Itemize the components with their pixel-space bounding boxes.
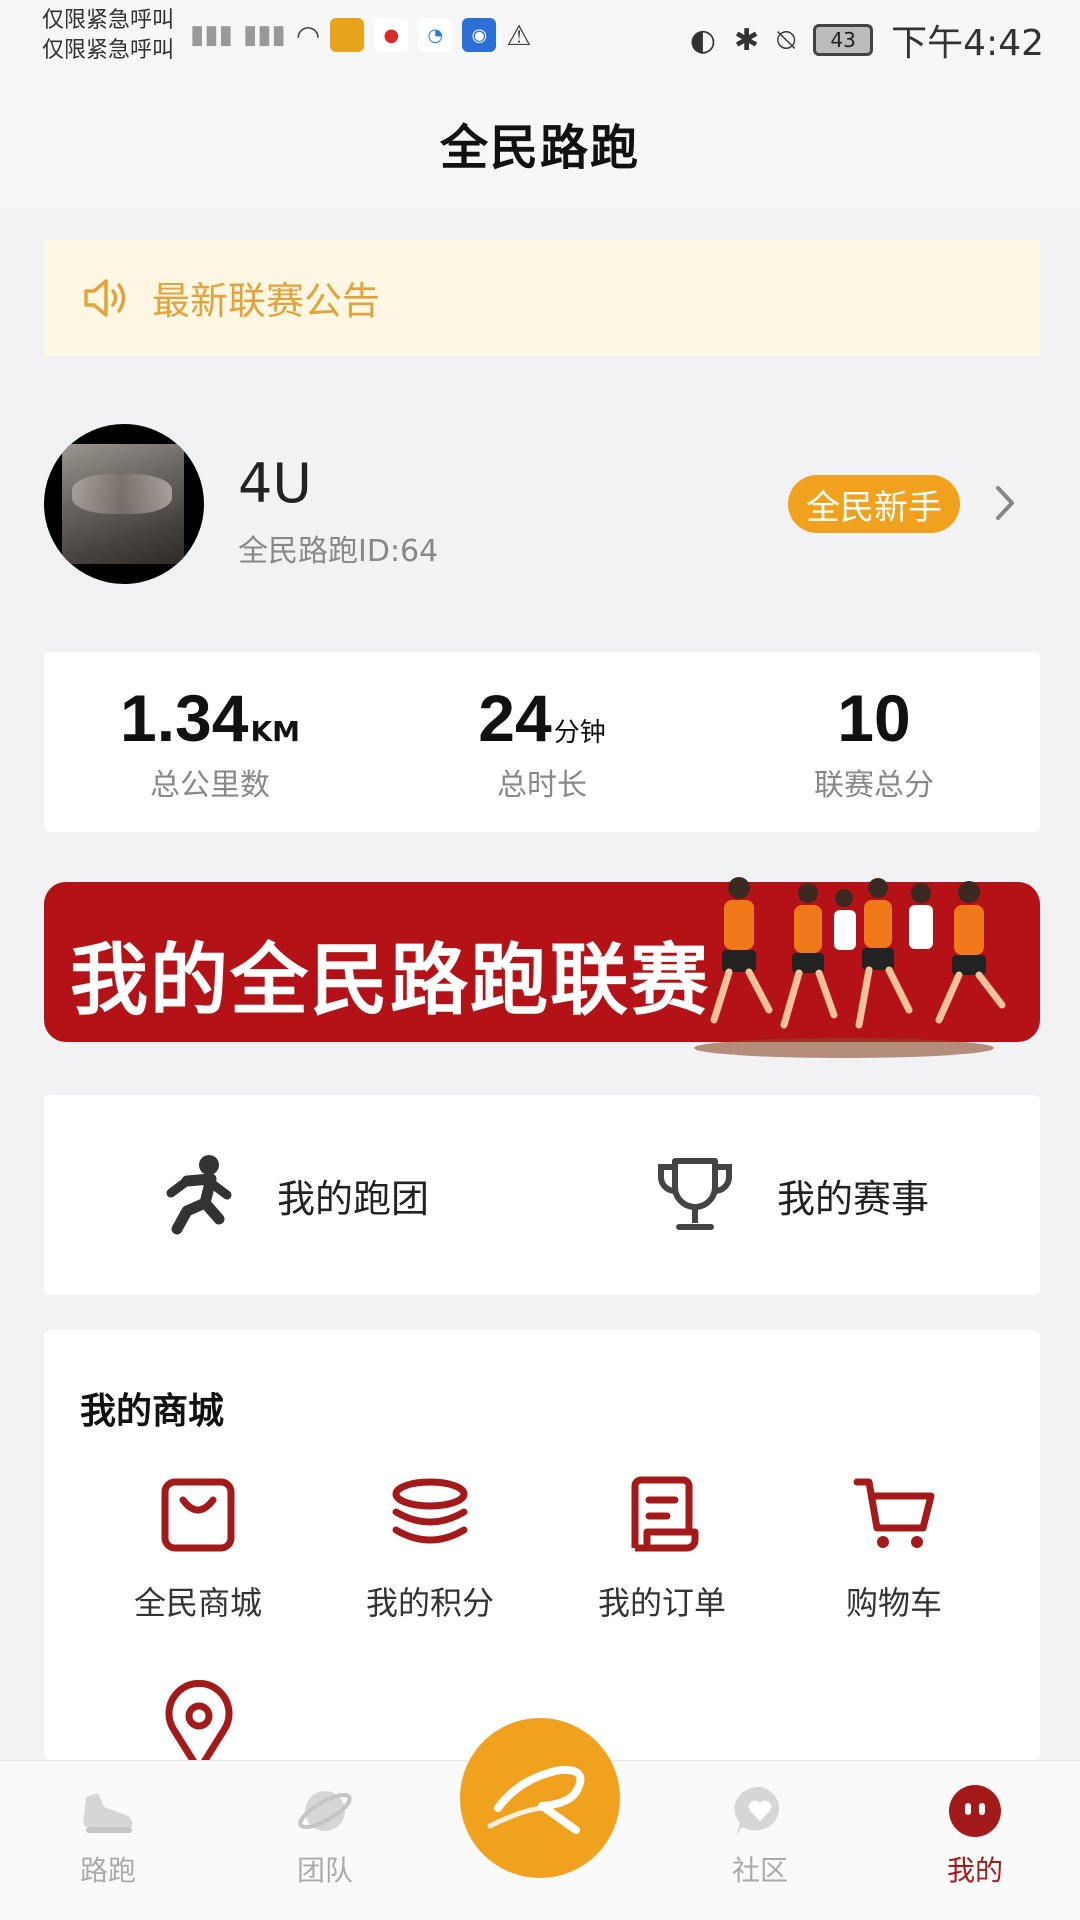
carrier-text: 仅限紧急呼叫 仅限紧急呼叫 xyxy=(42,6,174,66)
wifi-icon: ◠ xyxy=(295,18,321,52)
bluetooth-icon: ✱ xyxy=(734,22,760,58)
planet-icon xyxy=(298,1791,352,1831)
trophy-icon xyxy=(657,1158,732,1230)
mall-item-points-label: 我的积分 xyxy=(365,1584,494,1622)
banner-title: 我的全民路跑联赛 xyxy=(70,936,711,1026)
warning-icon: ⚠ xyxy=(506,18,532,52)
tab-team-label: 团队 xyxy=(296,1854,353,1887)
signal-icon-2: ▮▮▮ xyxy=(242,20,286,50)
username: 4U xyxy=(238,452,312,515)
mall-item-location[interactable] xyxy=(154,1680,244,1760)
avatar[interactable] xyxy=(44,424,204,584)
notice-text: 最新联赛公告 xyxy=(152,279,381,323)
duration-label: 总时长 xyxy=(497,768,587,803)
tab-run-label: 路跑 xyxy=(79,1854,136,1887)
my-events-label: 我的赛事 xyxy=(776,1176,929,1221)
tab-community-label: 社区 xyxy=(731,1854,788,1887)
speaker-icon xyxy=(84,278,126,317)
mall-item-points[interactable]: 我的积分 xyxy=(314,1470,546,1624)
mall-item-cart-label: 购物车 xyxy=(845,1584,942,1622)
face-icon xyxy=(949,1785,1001,1837)
profile-card[interactable]: 4U 全民路跑ID:64 全民新手 xyxy=(44,420,1040,585)
stat-distance: 1.34 KM 总公里数 xyxy=(44,652,376,832)
user-id: 全民路跑ID:64 xyxy=(238,534,439,569)
carrier-line-2: 仅限紧急呼叫 xyxy=(42,38,175,63)
app-notification-icon xyxy=(330,18,365,52)
page-title: 全民路跑 xyxy=(439,120,640,176)
clock: 下午4:42 xyxy=(891,23,1044,64)
location-pin-icon xyxy=(165,1680,233,1760)
mall-grid: 全民商城 我的积分 我的订单 购物车 xyxy=(44,1470,1040,1624)
my-mall-section: 我的商城 全民商城 我的积分 我的订单 购物车 xyxy=(44,1330,1040,1760)
app-logo-icon xyxy=(487,1765,585,1834)
my-events-button[interactable]: 我的赛事 xyxy=(542,1095,1040,1295)
runners-illustration xyxy=(694,877,1006,1058)
carrier-line-1: 仅限紧急呼叫 xyxy=(42,8,175,33)
status-bar: 仅限紧急呼叫 仅限紧急呼叫 ▮▮▮ ▮▮▮ ◠ ● ◔ ◉ ⚠ ◐ ✱ ⍉ 43… xyxy=(0,0,1080,78)
mall-title: 我的商城 xyxy=(80,1391,225,1432)
stat-duration: 24 分钟 总时长 xyxy=(376,652,708,832)
battery-icon: 43 xyxy=(813,24,874,56)
shoe-icon xyxy=(83,1793,133,1833)
start-run-button[interactable] xyxy=(460,1718,620,1878)
tab-team[interactable]: 团队 xyxy=(255,1783,395,1889)
mute-icon: ⍉ xyxy=(777,22,796,58)
browser-icon: ◔ xyxy=(418,18,453,52)
duration-unit: 分钟 xyxy=(553,718,606,748)
tab-community[interactable]: 社区 xyxy=(690,1783,830,1889)
app-header: 全民路跑 xyxy=(0,78,1080,208)
data-saver-icon: ◐ xyxy=(689,22,717,58)
stats-card: 1.34 KM 总公里数 24 分钟 总时长 10 联赛总分 xyxy=(44,652,1040,832)
my-running-team-label: 我的跑团 xyxy=(276,1176,429,1221)
quick-links: 我的跑团 我的赛事 xyxy=(44,1095,1040,1295)
runner-icon xyxy=(166,1155,232,1235)
notification-icons: ▮▮▮ ▮▮▮ ◠ ● ◔ ◉ ⚠ xyxy=(190,18,531,52)
duration-value: 24 xyxy=(478,681,552,755)
level-badge[interactable]: 全民新手 xyxy=(788,475,960,533)
tab-mine-label: 我的 xyxy=(946,1854,1003,1887)
bulb-app-icon: ◉ xyxy=(462,18,497,52)
mall-item-orders[interactable]: 我的订单 xyxy=(546,1470,778,1624)
league-notice[interactable]: 最新联赛公告 xyxy=(44,240,1040,355)
avatar-image xyxy=(62,444,184,564)
coins-icon xyxy=(392,1478,468,1544)
tab-mine[interactable]: 我的 xyxy=(905,1783,1045,1889)
weibo-icon: ● xyxy=(374,18,409,52)
signal-icon: ▮▮▮ xyxy=(190,20,233,50)
stat-score: 10 联赛总分 xyxy=(708,652,1040,832)
mall-item-cart[interactable]: 购物车 xyxy=(778,1470,1010,1624)
score-value: 10 xyxy=(837,681,911,755)
heart-chat-icon xyxy=(734,1786,780,1835)
cart-icon xyxy=(853,1478,935,1548)
order-icon xyxy=(631,1476,699,1552)
distance-value: 1.34 xyxy=(119,681,249,755)
mall-item-orders-label: 我的订单 xyxy=(597,1584,726,1622)
my-running-team-button[interactable]: 我的跑团 xyxy=(44,1095,542,1295)
mall-item-store[interactable]: 全民商城 xyxy=(82,1470,314,1624)
distance-unit: KM xyxy=(250,715,301,748)
status-right: ◐ ✱ ⍉ 43 下午4:42 xyxy=(690,14,1044,66)
distance-label: 总公里数 xyxy=(150,768,270,803)
chevron-right-icon[interactable] xyxy=(990,478,1020,528)
score-label: 联赛总分 xyxy=(814,768,934,803)
shopping-bag-icon xyxy=(161,1478,235,1552)
mall-item-store-label: 全民商城 xyxy=(133,1584,262,1622)
tab-run[interactable]: 路跑 xyxy=(38,1783,178,1889)
league-banner[interactable]: 我的全民路跑联赛 xyxy=(44,860,1040,1060)
